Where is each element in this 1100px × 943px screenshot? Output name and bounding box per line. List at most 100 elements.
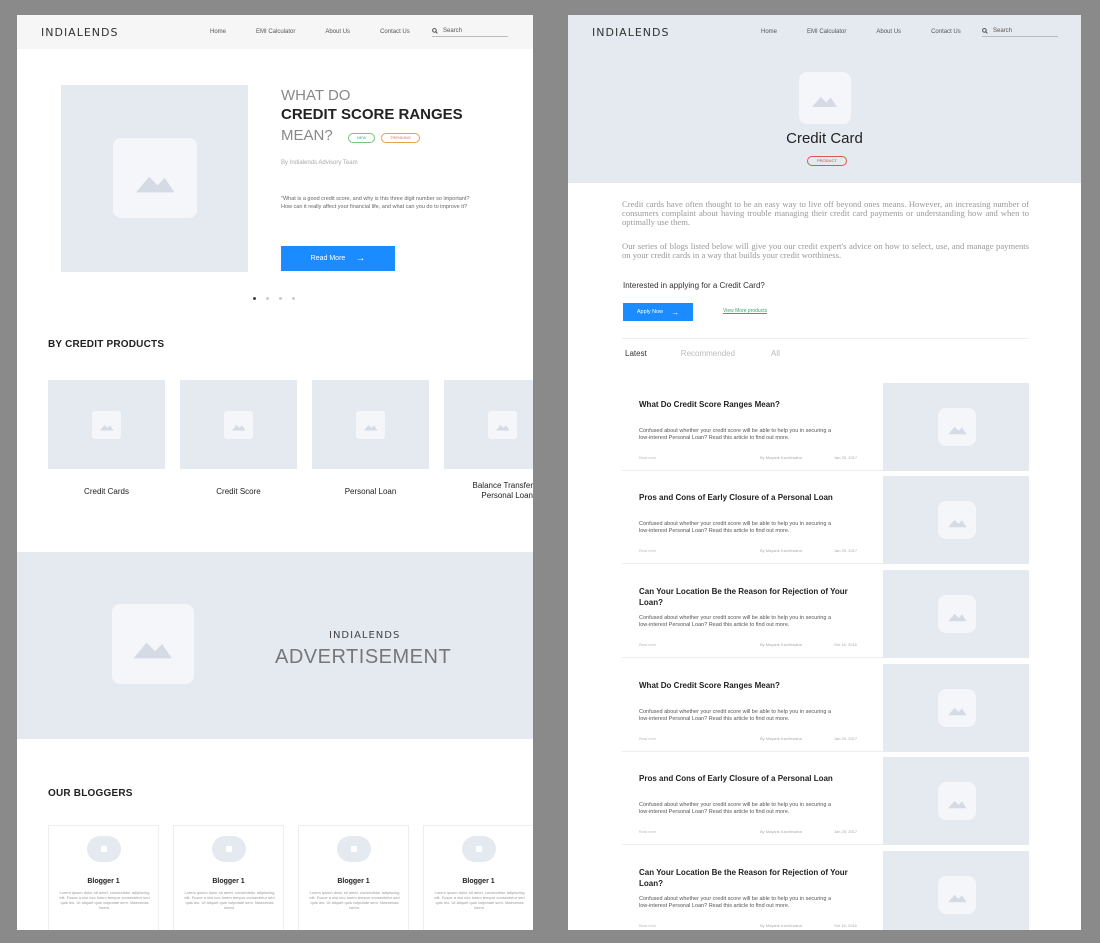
product-card-credit-score[interactable]: Credit Score (180, 380, 297, 496)
brand-logo[interactable]: INDIALENDS (41, 26, 118, 39)
carousel-dot-1[interactable] (253, 297, 256, 300)
user-icon (226, 846, 232, 852)
article-date: Jan 25, 2017 (834, 455, 858, 460)
product-card-personal-loan[interactable]: Personal Loan (312, 380, 429, 496)
search-icon (432, 27, 438, 34)
article-card[interactable]: Pros and Cons of Early Closure of a Pers… (622, 476, 1029, 564)
article-date: Jan 25, 2017 (834, 548, 858, 553)
product-card-balance-transfer[interactable]: Balance Transfer Personal Loan (444, 380, 533, 500)
avatar (212, 836, 246, 862)
divider (622, 338, 1029, 339)
nav-link-about-us[interactable]: About Us (325, 29, 350, 35)
product-image (48, 380, 165, 469)
page-title: Credit Card (786, 130, 863, 147)
article-card[interactable]: Pros and Cons of Early Closure of a Pers… (622, 757, 1029, 845)
search-input[interactable]: Search (432, 28, 508, 37)
brand-logo[interactable]: INDIALENDS (592, 26, 669, 39)
carousel-dot-3[interactable] (279, 297, 282, 300)
blogger-name: Blogger 1 (212, 878, 245, 885)
nav-link-home[interactable]: Home (210, 29, 226, 35)
read-more-link[interactable]: Read more (639, 643, 656, 647)
article-description: Confused about whether your credit score… (639, 521, 832, 534)
read-more-label: Read More (310, 255, 346, 262)
read-more-link[interactable]: Read more (639, 456, 656, 460)
intro-paragraph-1: Credit cards have often thought to be an… (622, 199, 1029, 227)
tag-new: NEW (348, 133, 376, 143)
article-card[interactable]: What Do Credit Score Ranges Mean? Confus… (622, 383, 1029, 471)
tab-latest[interactable]: Latest (625, 349, 647, 358)
article-date: Jan 25, 2017 (834, 736, 858, 741)
apply-now-label: Apply Now (636, 309, 664, 315)
read-more-link[interactable]: Read more (639, 830, 656, 834)
blogger-bio: Lorem ipsum dolor sit amet, consectetur … (434, 890, 525, 910)
advertisement-banner[interactable]: INDIALENDS ADVERTISEMENT (17, 552, 533, 739)
carousel-dot-4[interactable] (292, 297, 295, 300)
apply-question: Interested in applying for a Credit Card… (623, 281, 765, 290)
article-title[interactable]: Pros and Cons of Early Closure of a Pers… (639, 492, 849, 503)
nav-link-about-us[interactable]: About Us (876, 29, 901, 35)
article-card[interactable]: What Do Credit Score Ranges Mean? Confus… (622, 664, 1029, 752)
article-title[interactable]: What Do Credit Score Ranges Mean? (639, 399, 849, 410)
arrow-right-icon: → (671, 307, 680, 317)
nav-link-home[interactable]: Home (761, 29, 777, 35)
article-thumbnail (883, 664, 1029, 752)
read-more-link[interactable]: Read more (639, 549, 656, 553)
blogger-card[interactable]: Blogger 1 Lorem ipsum dolor sit amet, co… (423, 825, 533, 930)
article-title[interactable]: What Do Credit Score Ranges Mean? (639, 680, 849, 691)
search-placeholder: Search (443, 27, 463, 34)
image-placeholder-icon (113, 138, 197, 218)
hero-byline: By Indialends Advisory Team (281, 160, 358, 166)
nav-link-contact-us[interactable]: Contact Us (380, 29, 410, 35)
read-more-link[interactable]: Read more (639, 737, 656, 741)
product-label: Personal Loan (344, 487, 397, 496)
blogger-name: Blogger 1 (87, 878, 120, 885)
bloggers-heading: OUR BLOGGERS (48, 788, 133, 799)
blogger-card[interactable]: Blogger 1 Lorem ipsum dolor sit amet, co… (48, 825, 159, 930)
blogger-name: Blogger 1 (462, 878, 495, 885)
blogger-card[interactable]: Blogger 1 Lorem ipsum dolor sit amet, co… (173, 825, 284, 930)
product-label: Balance Transfer Personal Loan (472, 481, 533, 500)
user-icon (351, 846, 357, 852)
product-image (312, 380, 429, 469)
search-icon (982, 27, 988, 34)
article-date: Jan 25, 2017 (834, 829, 858, 834)
article-description: Confused about whether your credit score… (639, 802, 832, 815)
tab-all[interactable]: All (771, 349, 780, 358)
article-title[interactable]: Can Your Location Be the Reason for Reje… (639, 586, 849, 608)
image-placeholder-icon (938, 782, 976, 820)
search-input[interactable]: Search (982, 28, 1058, 37)
avatar (462, 836, 496, 862)
article-author: By Mayank Kachhwaha (760, 548, 802, 553)
nav-link-contact-us[interactable]: Contact Us (931, 29, 961, 35)
blogger-name: Blogger 1 (337, 878, 370, 885)
ad-text: ADVERTISEMENT (275, 646, 452, 668)
credit-card-page-panel: INDIALENDS Home EMI Calculator About Us … (568, 15, 1081, 930)
carousel-dot-2[interactable] (266, 297, 269, 300)
article-description: Confused about whether your credit score… (639, 615, 832, 628)
tab-recommended[interactable]: Recommended (681, 349, 735, 358)
blogger-bio: Lorem ipsum dolor sit amet, consectetur … (184, 890, 275, 910)
carousel-dots (253, 297, 295, 300)
view-more-products-link[interactable]: View More products (723, 308, 767, 314)
product-card-credit-cards[interactable]: Credit Cards (48, 380, 165, 496)
article-card[interactable]: Can Your Location Be the Reason for Reje… (622, 570, 1029, 658)
article-title[interactable]: Pros and Cons of Early Closure of a Pers… (639, 773, 849, 784)
intro-paragraph-2: Our series of blogs listed below will gi… (622, 241, 1029, 260)
article-author: By Mayank Kachhwaha (760, 455, 802, 460)
nav-link-emi-calculator[interactable]: EMI Calculator (807, 29, 846, 35)
apply-now-button[interactable]: Apply Now → (623, 303, 693, 321)
read-more-button[interactable]: Read More → (281, 246, 395, 271)
blogger-card[interactable]: Blogger 1 Lorem ipsum dolor sit amet, co… (298, 825, 409, 930)
tag-product: PRODUCT (807, 156, 847, 166)
nav-link-emi-calculator[interactable]: EMI Calculator (256, 29, 295, 35)
user-icon (101, 846, 107, 852)
article-thumbnail (883, 851, 1029, 930)
image-placeholder-icon (112, 604, 194, 684)
article-title[interactable]: Can Your Location Be the Reason for Reje… (639, 867, 849, 889)
read-more-link[interactable]: Read more (639, 924, 656, 928)
article-card[interactable]: Can Your Location Be the Reason for Reje… (622, 851, 1029, 930)
image-placeholder-icon (488, 411, 517, 439)
image-placeholder-icon (356, 411, 385, 439)
image-placeholder-icon (938, 689, 976, 727)
image-placeholder-icon (92, 411, 121, 439)
